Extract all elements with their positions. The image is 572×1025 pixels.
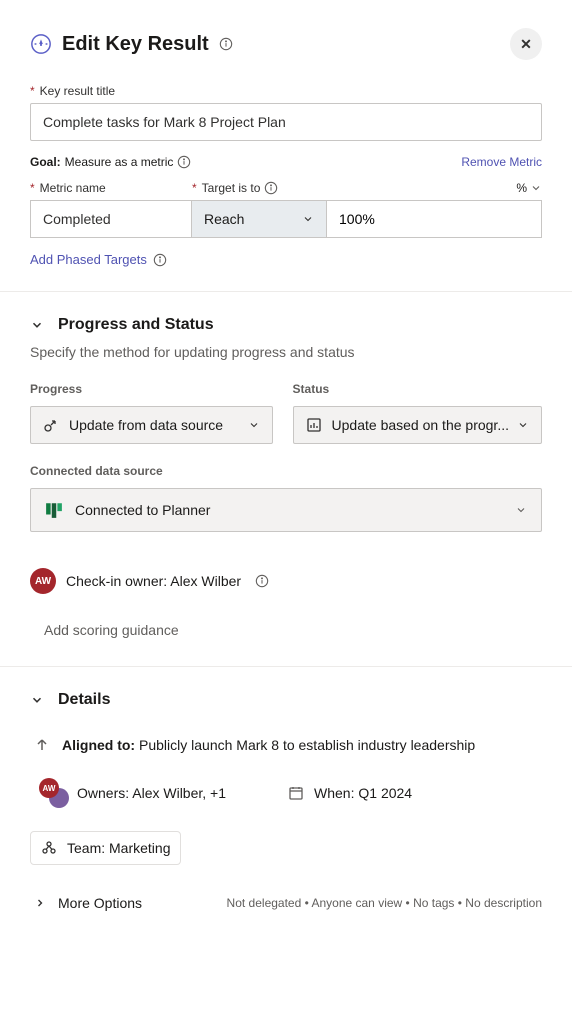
owners-card[interactable]: AW Owners: Alex Wilber, +1 <box>30 771 237 815</box>
when-card[interactable]: When: Q1 2024 <box>277 771 423 815</box>
chevron-down-icon <box>302 213 314 225</box>
avatar: AW <box>30 568 56 594</box>
calendar-icon <box>288 785 304 801</box>
data-source-icon <box>43 417 59 433</box>
details-section-toggle[interactable]: Details <box>30 691 542 709</box>
progress-section-toggle[interactable]: Progress and Status <box>30 316 542 334</box>
aligned-value: Publicly launch Mark 8 to establish indu… <box>139 737 475 753</box>
chevron-down-icon <box>515 504 527 516</box>
chevron-down-icon <box>517 419 529 431</box>
aligned-row[interactable]: Aligned to: Publicly launch Mark 8 to es… <box>30 737 542 753</box>
chevron-down-icon <box>530 182 542 194</box>
team-card[interactable]: Team: Marketing <box>30 831 181 865</box>
info-icon[interactable] <box>219 37 233 51</box>
status-select[interactable]: Update based on the progr... <box>293 406 542 444</box>
close-button[interactable]: ✕ <box>510 28 542 60</box>
team-icon <box>41 840 57 856</box>
details-section-title: Details <box>58 691 110 709</box>
gauge-icon <box>30 33 52 55</box>
aligned-label: Aligned to: <box>62 737 135 753</box>
metric-name-label: Metric name <box>30 181 192 195</box>
connected-label: Connected data source <box>30 464 542 478</box>
info-icon[interactable] <box>255 574 269 588</box>
title-label: Key result title <box>30 84 542 98</box>
progress-select[interactable]: Update from data source <box>30 406 273 444</box>
info-icon[interactable] <box>177 155 191 169</box>
remove-metric-link[interactable]: Remove Metric <box>461 155 542 169</box>
footer-meta: Not delegated • Anyone can view • No tag… <box>227 896 542 910</box>
progress-section-title: Progress and Status <box>58 316 214 334</box>
planner-icon <box>45 501 63 519</box>
target-label: Target is to <box>192 181 260 195</box>
when-label: When: <box>314 785 354 801</box>
unit-selector[interactable]: % <box>516 181 542 195</box>
metric-name-input[interactable] <box>30 200 192 238</box>
progress-subtitle: Specify the method for updating progress… <box>30 344 542 360</box>
status-label: Status <box>293 382 542 396</box>
chevron-down-icon <box>30 693 44 707</box>
chevron-down-icon <box>30 318 44 332</box>
arrow-up-icon <box>34 737 50 753</box>
owners-label: Owners: <box>77 785 129 801</box>
chevron-right-icon <box>34 897 46 909</box>
info-icon[interactable] <box>153 253 167 267</box>
team-value: Marketing <box>109 840 170 856</box>
checkin-name: Alex Wilber <box>170 573 241 589</box>
goal-prefix: Goal: <box>30 155 61 169</box>
connected-source[interactable]: Connected to Planner <box>30 488 542 532</box>
checkin-label: Check-in owner: <box>66 573 167 589</box>
owners-value: Alex Wilber, +1 <box>132 785 226 801</box>
team-label: Team: <box>67 840 105 856</box>
chart-icon <box>306 417 322 433</box>
reach-select[interactable]: Reach <box>192 200 327 238</box>
when-value: Q1 2024 <box>358 785 412 801</box>
chevron-down-icon <box>248 419 260 431</box>
goal-text: Measure as a metric <box>65 155 174 169</box>
more-options-toggle[interactable]: More Options <box>34 895 142 911</box>
target-value-input[interactable] <box>327 200 542 238</box>
title-input[interactable] <box>30 103 542 141</box>
progress-label: Progress <box>30 382 273 396</box>
checkin-owner-row[interactable]: AW Check-in owner: Alex Wilber <box>30 568 542 594</box>
page-title: Edit Key Result <box>62 33 209 56</box>
info-icon[interactable] <box>264 181 278 195</box>
add-guidance-link[interactable]: Add scoring guidance <box>44 622 542 638</box>
add-phased-link[interactable]: Add Phased Targets <box>30 252 147 267</box>
owners-avatar: AW <box>41 780 67 806</box>
